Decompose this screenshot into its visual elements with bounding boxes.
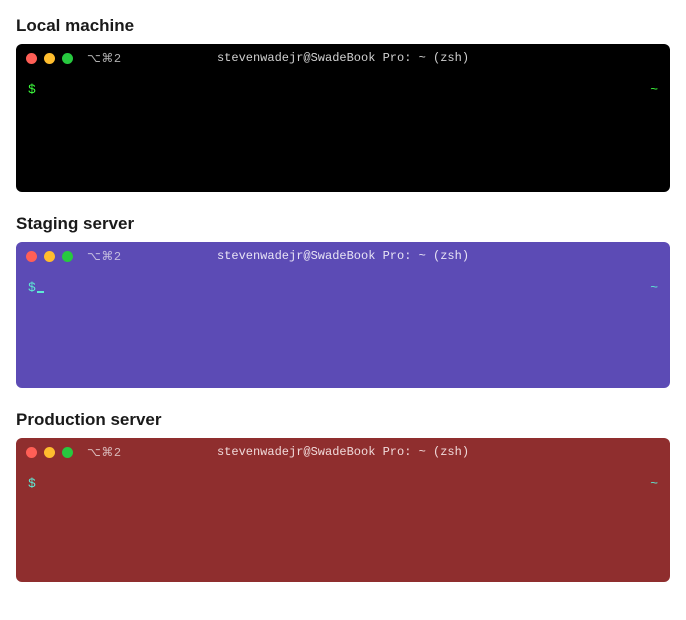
terminal-staging: ⌥⌘2 stevenwadejr@SwadeBook Pro: ~ (zsh) … (16, 242, 670, 388)
close-icon[interactable] (26, 447, 37, 458)
close-icon[interactable] (26, 53, 37, 64)
path-indicator: ~ (650, 280, 658, 295)
maximize-icon[interactable] (62, 447, 73, 458)
section-staging-server: Staging server ⌥⌘2 stevenwadejr@SwadeBoo… (16, 214, 670, 388)
path-indicator: ~ (650, 82, 658, 97)
terminal-production: ⌥⌘2 stevenwadejr@SwadeBook Pro: ~ (zsh) … (16, 438, 670, 582)
section-title: Local machine (16, 16, 670, 36)
cursor-icon (37, 291, 44, 293)
shell-prompt: $ (28, 280, 36, 295)
traffic-lights (26, 53, 73, 64)
maximize-icon[interactable] (62, 53, 73, 64)
window-titlebar: ⌥⌘2 stevenwadejr@SwadeBook Pro: ~ (zsh) (16, 44, 670, 72)
window-titlebar: ⌥⌘2 stevenwadejr@SwadeBook Pro: ~ (zsh) (16, 242, 670, 270)
terminal-local: ⌥⌘2 stevenwadejr@SwadeBook Pro: ~ (zsh) … (16, 44, 670, 192)
section-local-machine: Local machine ⌥⌘2 stevenwadejr@SwadeBook… (16, 16, 670, 192)
minimize-icon[interactable] (44, 251, 55, 262)
path-indicator: ~ (650, 476, 658, 491)
window-titlebar: ⌥⌘2 stevenwadejr@SwadeBook Pro: ~ (zsh) (16, 438, 670, 466)
maximize-icon[interactable] (62, 251, 73, 262)
tab-shortcut: ⌥⌘2 (87, 249, 122, 264)
section-production-server: Production server ⌥⌘2 stevenwadejr@Swade… (16, 410, 670, 582)
section-title: Staging server (16, 214, 670, 234)
tab-shortcut: ⌥⌘2 (87, 445, 122, 460)
window-title: stevenwadejr@SwadeBook Pro: ~ (zsh) (217, 445, 469, 459)
section-title: Production server (16, 410, 670, 430)
tab-shortcut: ⌥⌘2 (87, 51, 122, 66)
shell-prompt: $ (28, 476, 36, 491)
window-title: stevenwadejr@SwadeBook Pro: ~ (zsh) (217, 249, 469, 263)
minimize-icon[interactable] (44, 447, 55, 458)
terminal-body[interactable]: $ ~ (16, 270, 670, 388)
terminal-body[interactable]: $ ~ (16, 466, 670, 582)
shell-prompt: $ (28, 82, 36, 97)
minimize-icon[interactable] (44, 53, 55, 64)
traffic-lights (26, 251, 73, 262)
traffic-lights (26, 447, 73, 458)
window-title: stevenwadejr@SwadeBook Pro: ~ (zsh) (217, 51, 469, 65)
close-icon[interactable] (26, 251, 37, 262)
terminal-body[interactable]: $ ~ (16, 72, 670, 192)
